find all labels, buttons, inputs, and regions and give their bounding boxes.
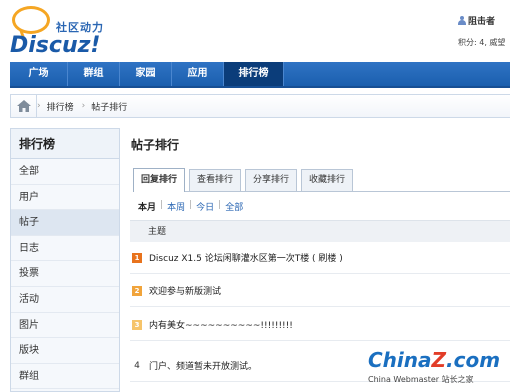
sidebar-item-all[interactable]: 全部	[11, 159, 119, 185]
sidebar-item-pictures[interactable]: 图片	[11, 313, 119, 339]
filter-this-month[interactable]: 本月	[138, 200, 156, 213]
nav-item-home[interactable]: 家园	[120, 62, 172, 86]
watermark-subtitle: China Webmaster 站长之家	[368, 375, 474, 384]
sidebar-item-groups[interactable]: 群组	[11, 364, 119, 390]
filter-today[interactable]: 今日	[196, 200, 214, 213]
sidebar-item-polls[interactable]: 投票	[11, 261, 119, 287]
watermark-brand-left: China	[368, 348, 432, 372]
rank-badge: 2	[132, 285, 142, 296]
filter-separator: |	[189, 200, 193, 210]
watermark-brand-right: .com	[446, 348, 501, 372]
thread-subject-link[interactable]: Discuz X1.5 论坛闲聊灌水区第一次T楼 ( 刷楼 )	[149, 251, 343, 264]
thread-subject-link[interactable]: 门户、频道暂未开放测试。	[149, 359, 257, 372]
discuz-logo[interactable]: 社区动力 Discuz!	[8, 6, 118, 58]
ranking-sidebar: 排行榜 全部 用户 帖子 日志 投票 活动 图片 版块 群组	[10, 128, 120, 392]
ranking-tabs: 回复排行 查看排行 分享排行 收藏排行	[133, 168, 510, 192]
sidebar-item-blogs[interactable]: 日志	[11, 236, 119, 262]
sidebar-item-activities[interactable]: 活动	[11, 287, 119, 313]
time-filter: 本月 | 本周 | 今日 | 全部	[138, 200, 243, 213]
watermark-brand-z: Z	[431, 348, 447, 372]
nav-item-apps[interactable]: 应用	[172, 62, 224, 86]
rank-number: 4	[134, 360, 140, 371]
filter-separator: |	[218, 200, 222, 210]
sidebar-item-threads[interactable]: 帖子	[11, 210, 119, 236]
user-stats: 积分: 4, 威望	[458, 38, 506, 47]
table-row: 1 Discuz X1.5 论坛闲聊灌水区第一次T楼 ( 刷楼 )	[130, 242, 510, 274]
filter-all[interactable]: 全部	[225, 200, 243, 213]
logo-bubble-icon	[12, 6, 50, 34]
thread-subject-link[interactable]: 欢迎参与新版测试	[149, 284, 221, 297]
table-header-subject: 主题	[130, 220, 510, 242]
user-name-link[interactable]: 阻击者	[468, 14, 495, 27]
nav-item-groups[interactable]: 群组	[68, 62, 120, 86]
table-row: 2 欢迎参与新版测试	[130, 275, 510, 307]
filter-this-week[interactable]: 本周	[167, 200, 185, 213]
table-row: 3 内有美女~~~~~~~~~~!!!!!!!!!	[130, 309, 510, 341]
breadcrumb-link-ranking[interactable]: 排行榜	[41, 100, 82, 113]
rank-badge: 1	[132, 252, 142, 263]
breadcrumb: › 排行榜 › 帖子排行	[10, 94, 510, 118]
tab-favorite-ranking[interactable]: 收藏排行	[301, 169, 354, 191]
watermark-brand: ChinaZ.com	[368, 348, 500, 372]
sidebar-item-users[interactable]: 用户	[11, 185, 119, 211]
user-icon	[458, 16, 466, 25]
filter-separator: |	[160, 200, 164, 210]
home-icon[interactable]	[11, 95, 37, 117]
user-bar: 阻击者 积分: 4, 威望	[458, 14, 510, 48]
thread-subject-link[interactable]: 内有美女~~~~~~~~~~!!!!!!!!!	[149, 318, 293, 331]
nav-item-ranking[interactable]: 排行榜	[224, 62, 284, 86]
sidebar-item-forums[interactable]: 版块	[11, 338, 119, 364]
tab-reply-ranking[interactable]: 回复排行	[133, 168, 186, 192]
rank-badge: 3	[132, 319, 142, 330]
site-header: 社区动力 Discuz! 阻击者 积分: 4, 威望	[0, 0, 510, 62]
tab-view-ranking[interactable]: 查看排行	[189, 169, 242, 191]
tab-share-ranking[interactable]: 分享排行	[245, 169, 298, 191]
chinaz-watermark: ChinaZ.com China Webmaster 站长之家	[362, 346, 510, 392]
main-nav: 广场 群组 家园 应用 排行榜	[10, 62, 510, 88]
breadcrumb-current: 帖子排行	[91, 102, 128, 113]
sidebar-title: 排行榜	[11, 129, 119, 159]
page-title: 帖子排行	[131, 138, 180, 152]
nav-item-square[interactable]: 广场	[10, 62, 68, 86]
logo-wordmark: Discuz!	[10, 33, 101, 58]
